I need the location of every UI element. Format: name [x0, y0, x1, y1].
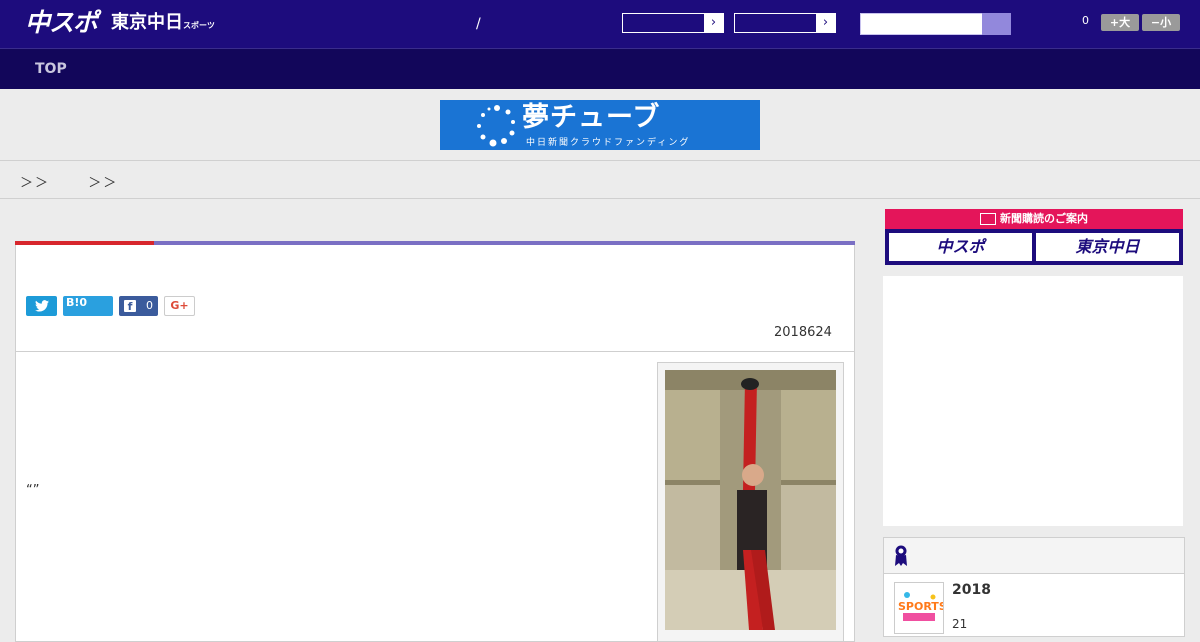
- ranking-box: SPORTS!! 2018 21: [883, 537, 1185, 637]
- ranking-item-title[interactable]: 2018: [952, 582, 991, 598]
- header-separator: /: [476, 16, 481, 32]
- facebook-icon: f: [124, 300, 136, 313]
- chevron-right-icon: ›: [704, 14, 723, 32]
- font-smaller-button[interactable]: −小: [1142, 14, 1180, 31]
- banner-subtitle: 中日新聞クラウドファンディング: [526, 138, 691, 148]
- article-date: 2018624: [774, 325, 832, 340]
- divider: [0, 198, 1200, 199]
- divider: [0, 160, 1200, 161]
- article-accent-rule: [15, 241, 154, 245]
- breadcrumb-separator: ＞＞: [20, 176, 51, 191]
- font-larger-button[interactable]: +大: [1101, 14, 1139, 31]
- google-plus-share-button[interactable]: G+: [164, 296, 195, 316]
- article-body-text: “”: [26, 483, 40, 498]
- subscription-heading-text: 新聞購読のご案内: [1000, 212, 1088, 225]
- article-top-rule: [154, 241, 855, 245]
- breadcrumb-separator: ＞＞: [88, 176, 119, 191]
- dots-logo-icon: [477, 105, 515, 147]
- search-button[interactable]: [982, 13, 1011, 35]
- facebook-count: 0: [146, 299, 153, 312]
- chuspo-logo[interactable]: 中スポ: [25, 9, 98, 37]
- tokyo-chunichi-logo-text: 東京中日: [111, 12, 183, 33]
- top-header-bar: 中スポ 東京中日スポーツ / › › 0 +大 −小: [0, 0, 1200, 48]
- font-size-count: 0: [1082, 14, 1089, 27]
- performer-photo-image: [665, 370, 836, 630]
- subscribe-tokyo-chunichi-button[interactable]: 東京中日: [1036, 233, 1179, 261]
- ranking-item-subtitle: 21: [952, 617, 968, 631]
- sports-event-thumbnail-image: SPORTS!!: [895, 583, 944, 633]
- twitter-icon: [34, 300, 49, 312]
- newspaper-icon: [980, 213, 996, 225]
- banner-title: 夢チューブ: [522, 102, 661, 133]
- category-select[interactable]: ›: [622, 13, 724, 33]
- chevron-right-icon: ›: [816, 14, 835, 32]
- tokyo-chunichi-logo-small: スポーツ: [183, 21, 215, 30]
- tokyo-chunichi-logo[interactable]: 東京中日スポーツ: [111, 12, 215, 37]
- region-select[interactable]: ›: [734, 13, 836, 33]
- yume-tube-banner[interactable]: 夢チューブ 中日新聞クラウドファンディング: [440, 100, 760, 150]
- main-nav: TOP: [0, 48, 1200, 89]
- hatena-count: B!0: [66, 296, 88, 309]
- divider: [15, 351, 855, 352]
- ranking-thumbnail[interactable]: SPORTS!!: [894, 582, 944, 634]
- hatena-bookmark-button[interactable]: B!0: [63, 296, 113, 316]
- nav-item-top[interactable]: TOP: [35, 61, 67, 77]
- subscription-box: 新聞購読のご案内 中スポ 東京中日: [885, 209, 1183, 265]
- facebook-share-button[interactable]: f 0: [119, 296, 158, 316]
- svg-text:SPORTS!!: SPORTS!!: [898, 600, 944, 613]
- subscribe-chuspo-button[interactable]: 中スポ: [889, 233, 1032, 261]
- subscription-heading: 新聞購読のご案内: [885, 209, 1183, 229]
- article-photo[interactable]: [665, 370, 836, 630]
- search-input[interactable]: [860, 13, 983, 35]
- breadcrumb: ＞＞ ＞＞: [20, 172, 118, 191]
- twitter-share-button[interactable]: [26, 296, 57, 316]
- ranking-header: [884, 538, 1184, 574]
- sidebar-ad[interactable]: [883, 276, 1183, 526]
- ribbon-icon: [895, 545, 907, 566]
